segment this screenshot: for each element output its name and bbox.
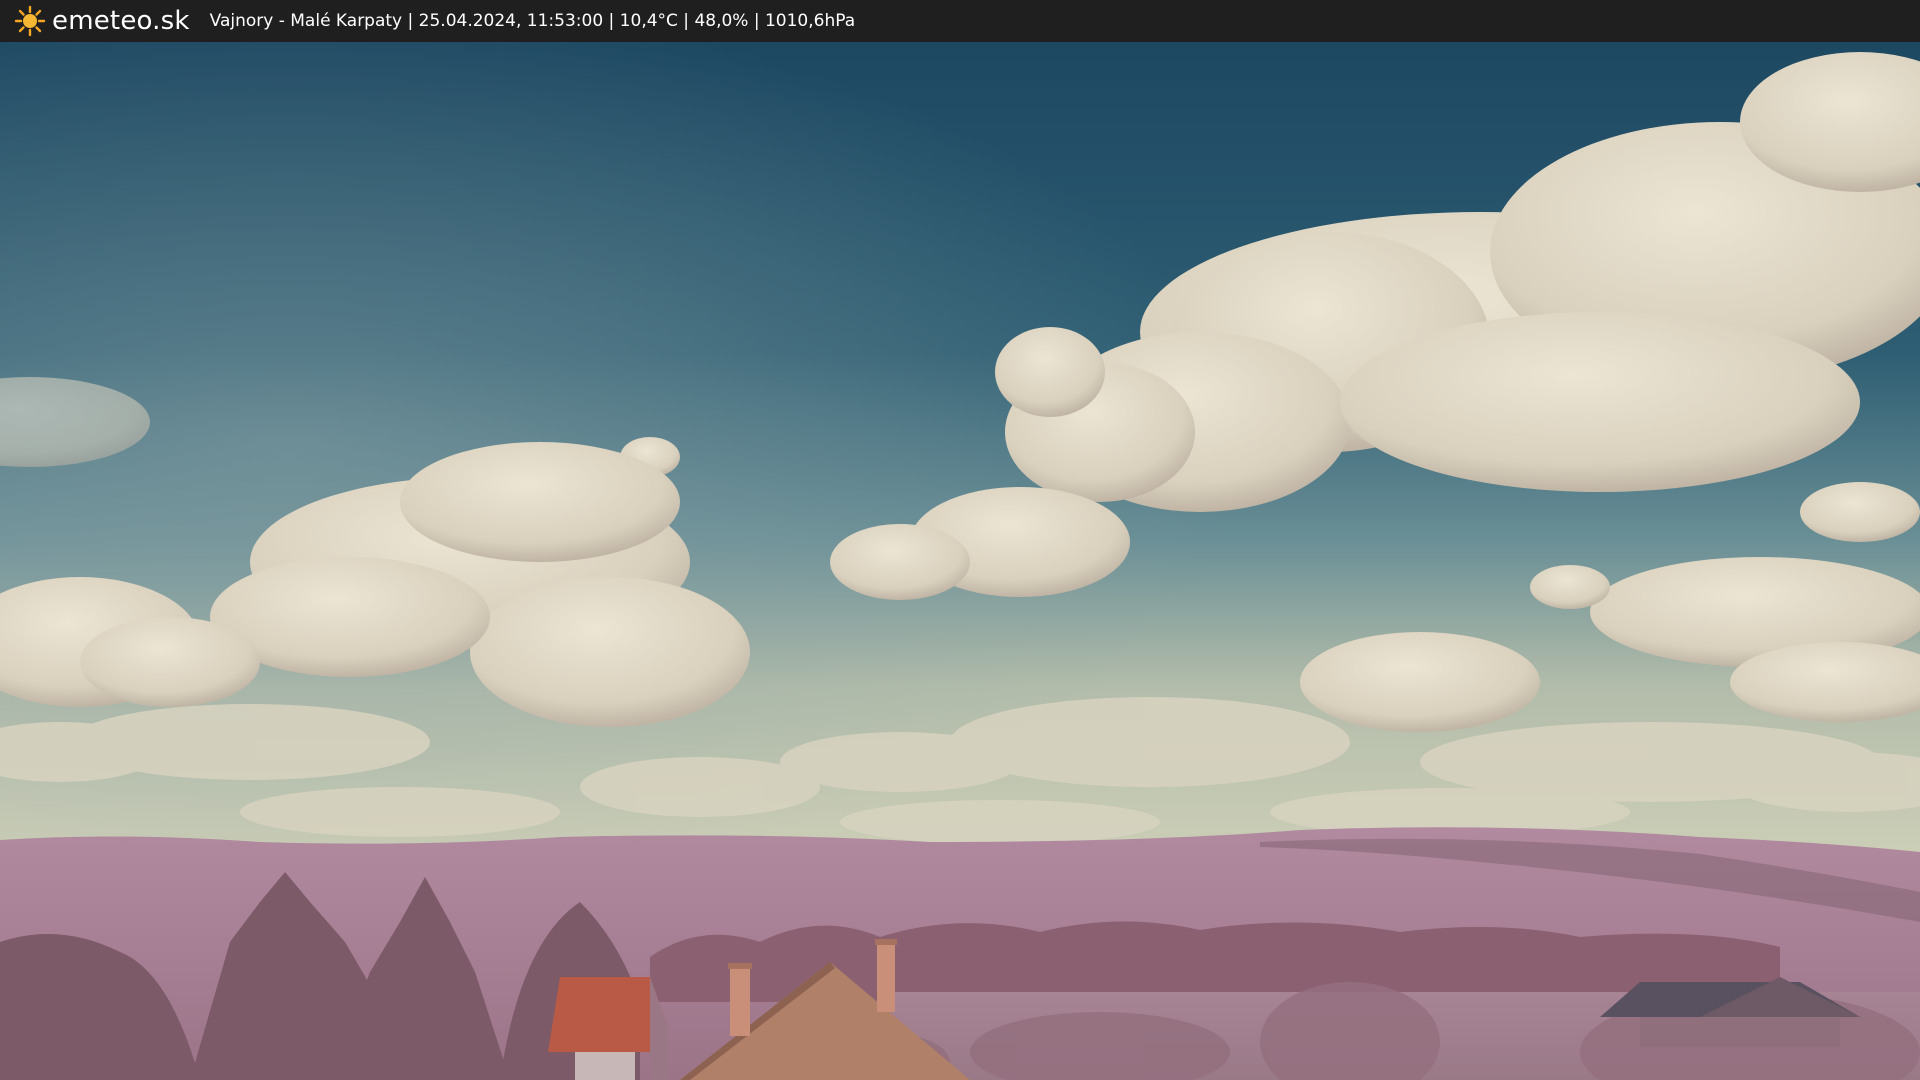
site-logo-text[interactable]: emeteo.sk: [52, 6, 190, 36]
sun-icon: [14, 5, 46, 37]
top-bar: emeteo.sk Vajnory - Malé Karpaty | 25.04…: [0, 0, 1920, 42]
webcam-caption: Vajnory - Malé Karpaty | 25.04.2024, 11:…: [209, 11, 856, 31]
webcam-image: [0, 42, 1920, 1080]
